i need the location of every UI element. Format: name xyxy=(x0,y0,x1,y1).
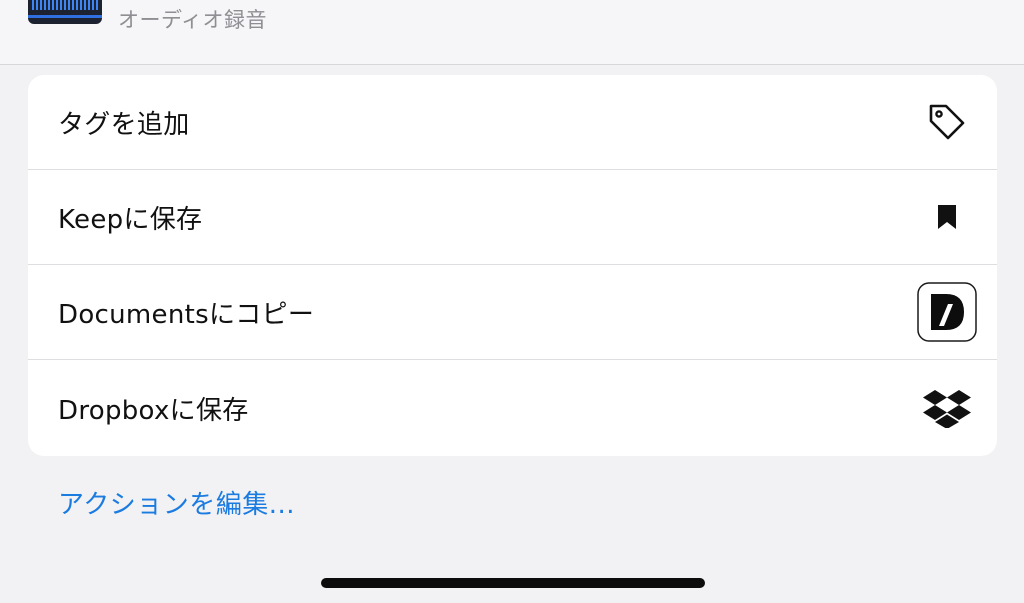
bookmark-icon xyxy=(917,187,977,247)
action-label: Dropboxに保存 xyxy=(58,395,249,426)
actions-list: タグを追加 Keepに保存 Documentsにコピー Dropboxに保存 xyxy=(28,75,997,456)
action-save-to-keep[interactable]: Keepに保存 xyxy=(28,170,997,265)
waveform-bar xyxy=(28,15,102,18)
action-label: Keepに保存 xyxy=(58,204,203,235)
home-indicator[interactable] xyxy=(321,578,705,588)
dropbox-icon xyxy=(917,378,977,438)
action-label: Documentsにコピー xyxy=(58,299,315,330)
share-sheet-screen: オーディオ録音 タグを追加 Keepに保存 Documentsにコピー Drop… xyxy=(0,0,1024,603)
documents-app-icon xyxy=(917,282,977,342)
audio-file-thumbnail xyxy=(28,0,102,24)
action-save-to-dropbox[interactable]: Dropboxに保存 xyxy=(28,360,997,456)
action-copy-to-documents[interactable]: Documentsにコピー xyxy=(28,265,997,360)
action-label: タグを追加 xyxy=(58,109,190,140)
tag-icon xyxy=(917,92,977,152)
share-sheet-header: オーディオ録音 xyxy=(0,0,1024,65)
file-type-subtitle: オーディオ録音 xyxy=(118,8,268,32)
action-add-tag[interactable]: タグを追加 xyxy=(28,75,997,170)
edit-actions-link[interactable]: アクションを編集... xyxy=(58,484,295,521)
waveform-graphic xyxy=(32,0,98,10)
